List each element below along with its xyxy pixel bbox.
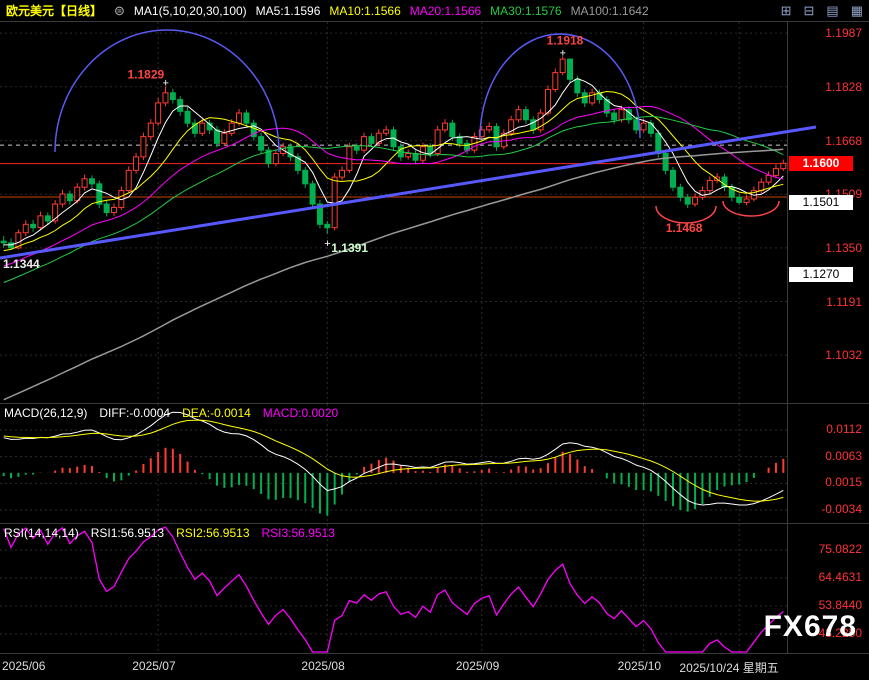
price-level-marker[interactable]: 1.1270 [789,267,853,282]
rsi-header: RSI(14,14,14) RSI1:56.9513 RSI2:56.9513 … [4,526,335,540]
axis-label: 75.0822 [819,542,862,556]
rsi3-value: RSI3:56.9513 [262,526,335,540]
candlestick-chart[interactable] [0,22,787,403]
grid-panel-icon[interactable]: ▤ [826,3,838,19]
rsi1-value: RSI1:56.9513 [91,526,164,540]
axis-label: 0.0015 [825,475,862,489]
date-tick-label: 2025/10/24 星期五 [679,659,778,676]
date-tick-label: 2025/10 [618,659,661,673]
axis-label: 1.1987 [825,26,862,40]
symbol-title[interactable]: 欧元美元【日线】 [6,2,102,19]
ma10-line [4,92,784,251]
macd-chart[interactable] [0,404,787,524]
rsi-label: RSI(14,14,14) [4,526,79,540]
macd-dea-value: DEA:-0.0014 [182,406,251,420]
axis-label: 64.4631 [819,570,862,584]
main-chart-panel[interactable] [0,22,869,403]
symbol-settings-icon[interactable]: ⊜ [114,3,125,19]
macd-diff-value: DIFF:-0.0004 [99,406,170,420]
ma10-value: MA10:1.1566 [329,4,400,18]
main-gridlines [0,22,787,403]
split-panel-icon[interactable]: ⊟ [804,3,815,19]
ma100-line [4,149,784,399]
macd-label: MACD(26,12,9) [4,406,87,420]
ma100-value: MA100:1.1642 [571,4,649,18]
axis-label: 0.0112 [826,422,862,436]
axis-label: -0.0034 [821,502,862,516]
rsi-panel[interactable]: RSI(14,14,14) RSI1:56.9513 RSI2:56.9513 … [0,523,869,654]
rsi-chart[interactable] [0,524,787,654]
axis-label: 1.1032 [825,348,862,362]
ma30-value: MA30:1.1576 [490,4,561,18]
date-tick-label: 2025/07 [132,659,175,673]
date-tick-label: 2025/08 [301,659,344,673]
macd-header: MACD(26,12,9) DIFF:-0.0004 DEA:-0.0014 M… [4,406,338,420]
current-price-marker: 1.1600 [789,156,853,171]
ma-group-label: MA1(5,10,20,30,100) [134,4,247,18]
axis-label: 1.1828 [825,80,862,94]
date-tick-label: 2025/09 [456,659,499,673]
date-tick-label: 2025/06 [2,659,45,673]
layout-panel-icon[interactable]: ▦ [851,3,863,19]
axis-label: 1.1350 [825,241,862,255]
header-bar: 欧元美元【日线】 ⊜ MA1(5,10,20,30,100) MA5:1.159… [0,0,869,22]
price-axis[interactable]: 1.19871.18281.16681.15091.13501.11911.10… [788,0,869,679]
ma5-value: MA5:1.1596 [256,4,321,18]
watermark: FX678 [764,610,857,644]
candles [1,56,786,250]
rsi-line [4,527,784,652]
rsi2-value: RSI2:56.9513 [176,526,249,540]
add-panel-icon[interactable]: ⊞ [781,3,792,19]
ma20-value: MA20:1.1566 [410,4,481,18]
macd-value: MACD:0.0020 [263,406,338,420]
axis-label: 1.1191 [826,295,862,309]
macd-panel[interactable]: MACD(26,12,9) DIFF:-0.0004 DEA:-0.0014 M… [0,403,869,524]
date-axis[interactable]: 2025/06 2025/07 2025/08 2025/09 2025/10 2025/… [0,653,869,680]
axis-label: 0.0063 [825,449,862,463]
price-level-marker[interactable]: 1.1501 [789,195,853,210]
axis-label: 1.1668 [825,134,862,148]
